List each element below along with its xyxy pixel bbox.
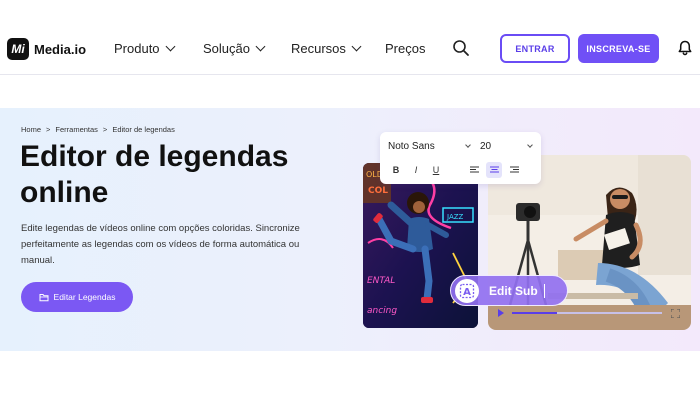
- align-right-icon[interactable]: [506, 162, 522, 178]
- text-format-toolbar: Noto Sans 20 B I U: [380, 132, 541, 184]
- chevron-down-icon: [165, 41, 175, 52]
- nav-item-produto[interactable]: Produto: [114, 41, 175, 56]
- breadcrumb-home[interactable]: Home: [21, 125, 41, 134]
- font-family-value: Noto Sans: [388, 140, 435, 152]
- nav-item-solucao[interactable]: Solução: [203, 41, 266, 56]
- breadcrumb: Home > Ferramentas > Editor de legendas: [21, 125, 180, 134]
- svg-text:ancing: ancing: [367, 306, 397, 316]
- hero-description: Edite legendas de vídeos online com opçõ…: [21, 223, 300, 266]
- progress-fill: [512, 312, 557, 314]
- text-cursor: [543, 283, 546, 298]
- svg-text:ENTAL: ENTAL: [367, 276, 395, 286]
- progress-bar[interactable]: [512, 312, 662, 314]
- breadcrumb-separator: >: [46, 125, 51, 134]
- text-a-icon: A: [455, 278, 479, 303]
- font-family-select[interactable]: Noto Sans: [388, 138, 474, 154]
- page-title: Editor de legendas online: [20, 140, 289, 209]
- top-header: Mi Media.io Produto Solução Recursos Pre…: [0, 0, 700, 75]
- breadcrumb-current: Editor de legendas: [112, 125, 175, 134]
- logo-text: Media.io: [34, 41, 87, 57]
- edit-sub-pill[interactable]: A Edit Sub: [450, 275, 568, 306]
- nav-item-precos[interactable]: Preços: [385, 41, 425, 56]
- font-size-value: 20: [480, 140, 492, 152]
- chevron-down-icon: [255, 41, 266, 52]
- svg-text:COL: COL: [368, 186, 388, 196]
- breadcrumb-ferramentas[interactable]: Ferramentas: [55, 125, 98, 134]
- italic-button[interactable]: I: [408, 162, 424, 178]
- folder-icon: [39, 293, 49, 301]
- chevron-down-icon: [351, 41, 362, 52]
- search-icon[interactable]: [452, 39, 470, 57]
- svg-text:A: A: [463, 287, 471, 298]
- bold-button[interactable]: B: [388, 162, 404, 178]
- format-buttons: B I U: [388, 162, 526, 178]
- video-player-controls: [492, 306, 687, 320]
- svg-text:JAZZ: JAZZ: [446, 213, 464, 221]
- bell-icon[interactable]: [677, 40, 693, 56]
- edit-subtitles-label: Editar Legendas: [53, 292, 116, 302]
- logo-mark: Mi: [7, 38, 29, 60]
- chevron-down-icon: [465, 141, 471, 148]
- play-icon[interactable]: [498, 309, 504, 317]
- font-size-select[interactable]: 20: [480, 138, 534, 154]
- edit-sub-label: Edit Sub: [489, 283, 538, 298]
- align-left-icon[interactable]: [466, 162, 482, 178]
- logo[interactable]: Mi Media.io: [7, 38, 86, 60]
- nav-item-label: Recursos: [291, 41, 346, 56]
- chevron-down-icon: [527, 141, 533, 148]
- signup-button[interactable]: INSCREVA-SE: [578, 34, 659, 63]
- nav-item-label: Solução: [203, 41, 250, 56]
- align-center-icon[interactable]: [486, 162, 502, 178]
- underline-button[interactable]: U: [428, 162, 444, 178]
- login-button[interactable]: ENTRAR: [500, 34, 570, 63]
- fullscreen-icon[interactable]: [671, 308, 680, 318]
- nav-item-label: Produto: [114, 41, 160, 56]
- breadcrumb-separator: >: [102, 125, 108, 134]
- edit-subtitles-button[interactable]: Editar Legendas: [21, 282, 133, 312]
- nav-item-recursos[interactable]: Recursos: [291, 41, 362, 56]
- nav-item-label: Preços: [385, 41, 426, 56]
